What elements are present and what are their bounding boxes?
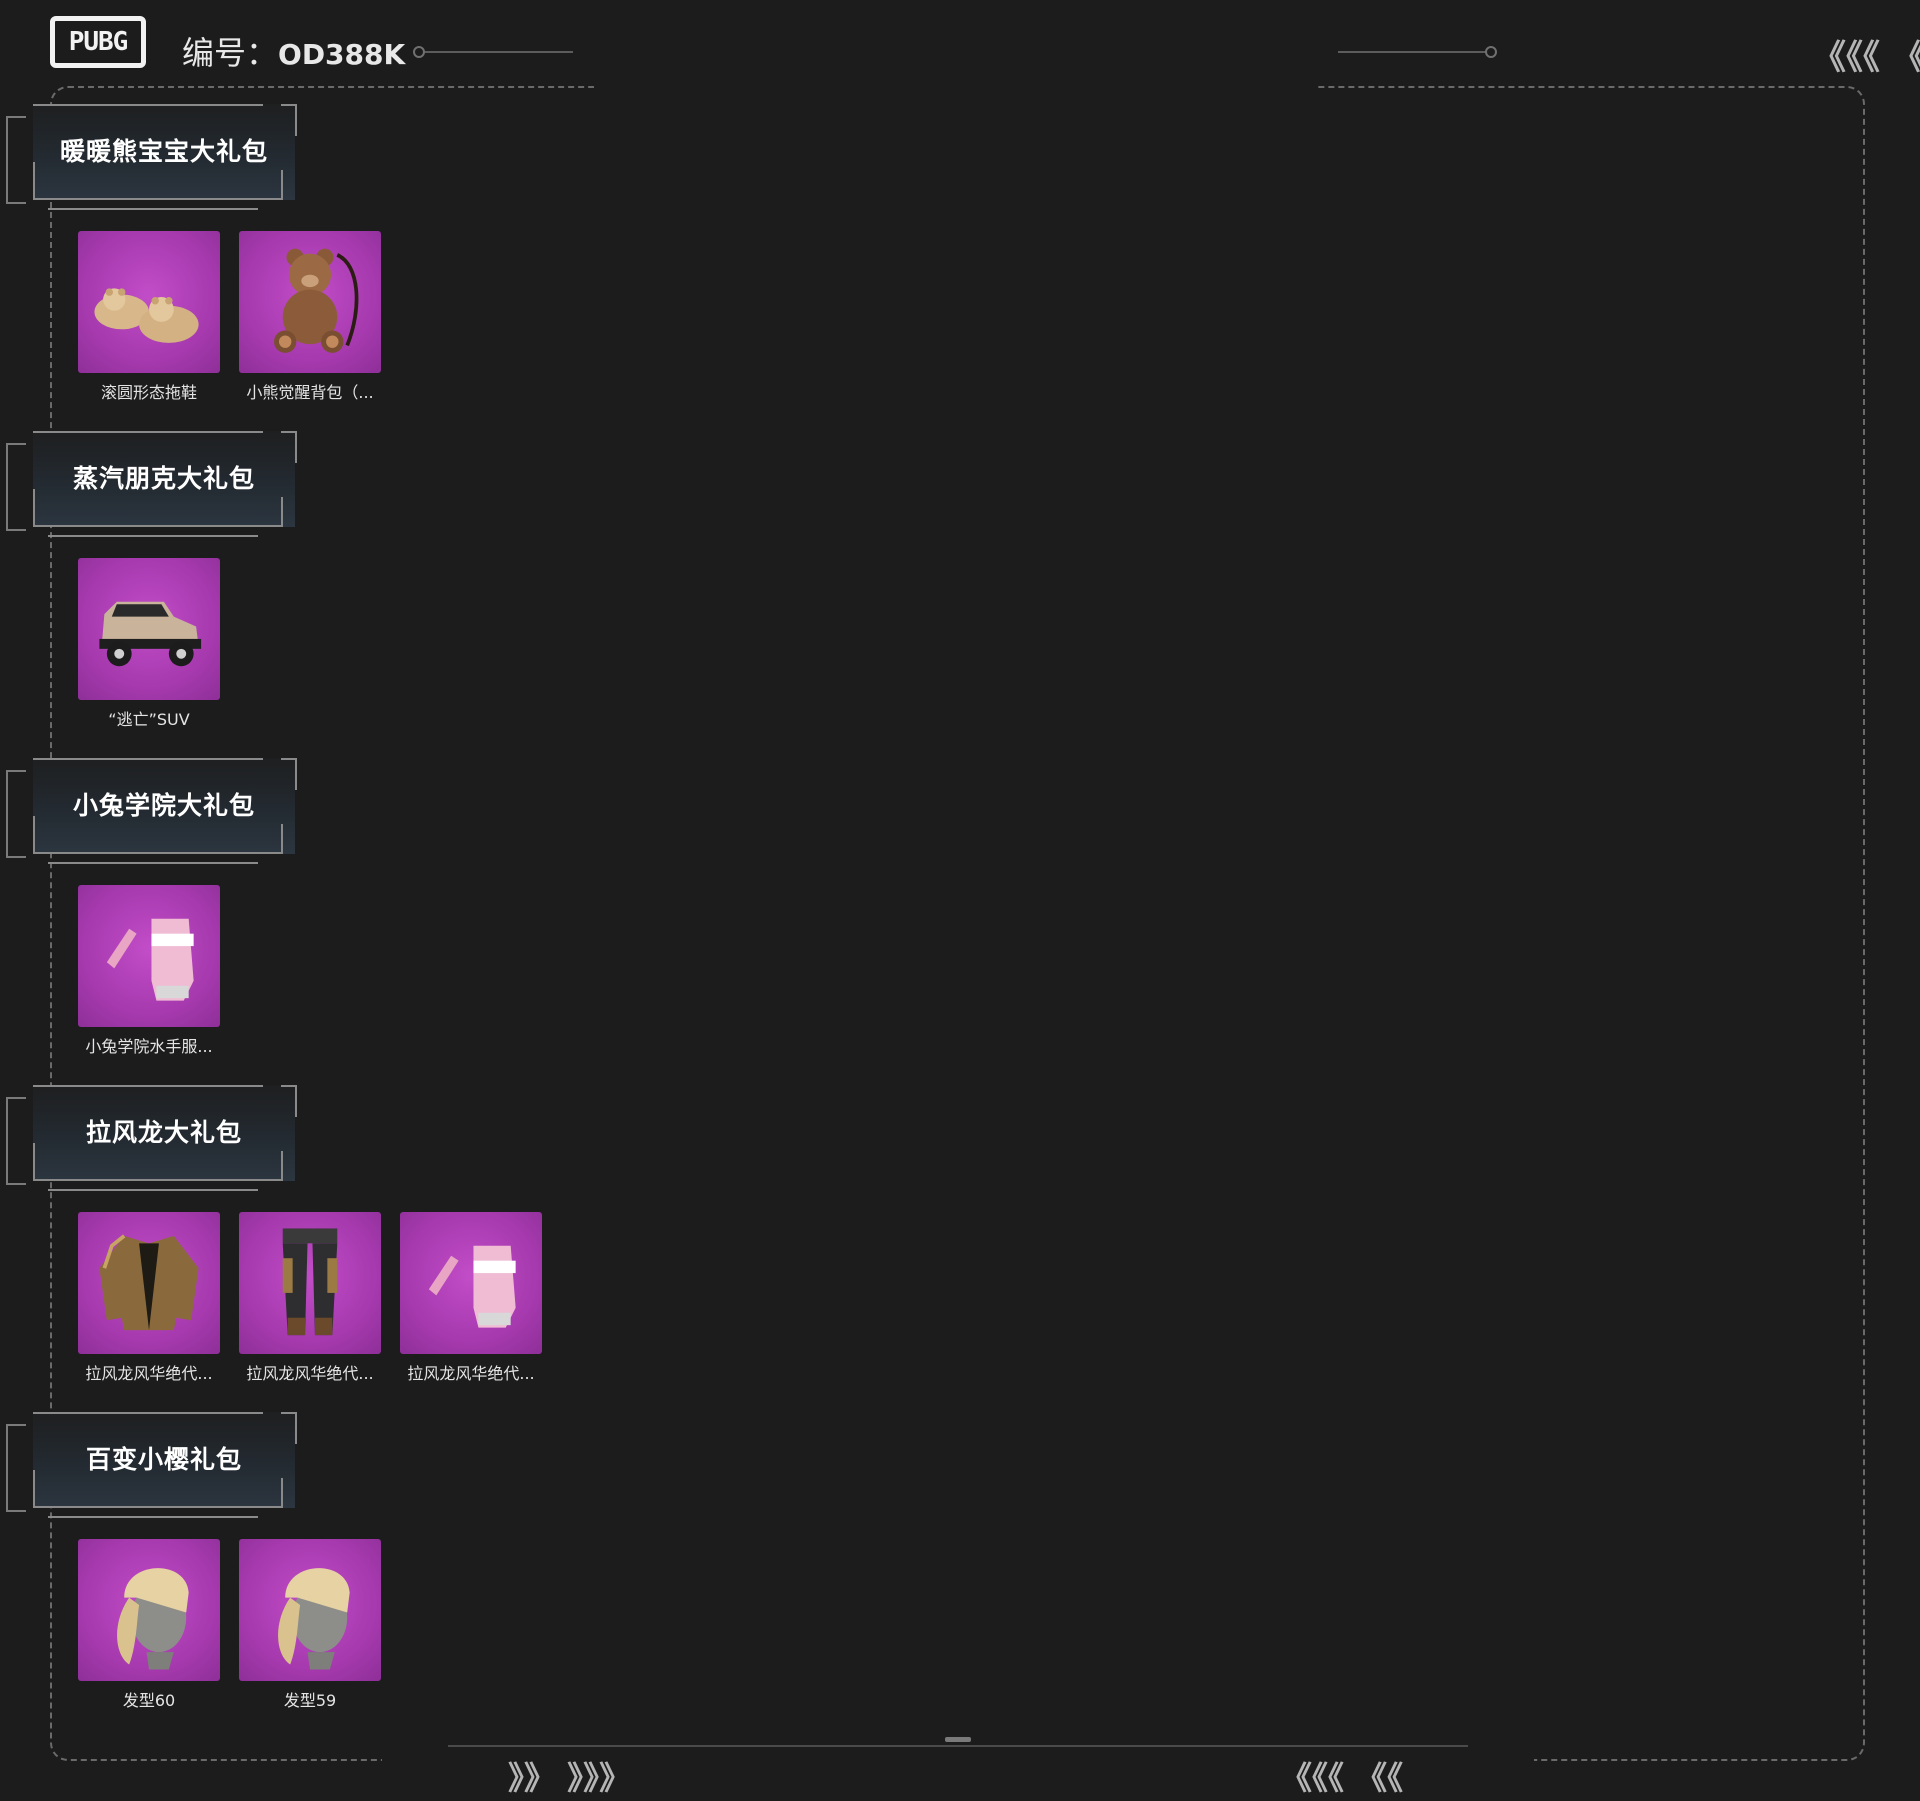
slippers-icon [87, 240, 211, 364]
gift-item[interactable]: 拉风龙风华绝代... [239, 1212, 381, 1384]
section-title: 小兔学院大礼包 [72, 791, 255, 820]
bottom-left-chevrons: 》》 》》》 [508, 1759, 632, 1797]
title-outer-bracket [6, 443, 26, 531]
title-box-border [48, 1516, 258, 1518]
gift-item[interactable]: 小兔学院水手服... [78, 885, 220, 1057]
title-outer-bracket [6, 770, 26, 858]
frame-gap-top [594, 80, 1318, 94]
hairstyle-icon [248, 1548, 372, 1672]
item-name: 拉风龙风华绝代... [85, 1364, 213, 1383]
item-thumbnail[interactable] [400, 1212, 542, 1354]
section-title-box: 暖暖熊宝宝大礼包 [33, 104, 297, 210]
item-name: 发型59 [283, 1691, 337, 1710]
header-line-dot-right [1485, 46, 1497, 58]
id-label-row: 编号：OD388K [182, 28, 405, 74]
item-thumbnail[interactable] [78, 231, 220, 373]
title-box-border [48, 862, 258, 864]
title-outer-bracket [6, 116, 26, 204]
gift-pack-section: 暖暖熊宝宝大礼包滚圆形态拖鞋 小熊觉醒背包（... [0, 104, 700, 424]
gift-pack-section: 小兔学院大礼包小兔学院水手服... [0, 758, 700, 1078]
item-thumbnail[interactable] [239, 1539, 381, 1681]
car-icon [87, 567, 211, 691]
id-label: 编号： [182, 34, 279, 72]
item-name: 拉风龙风华绝代... [407, 1364, 535, 1383]
item-thumbnail[interactable] [239, 231, 381, 373]
bottom-divider-tick [945, 1737, 971, 1742]
gift-item[interactable]: “逃亡”SUV [78, 558, 220, 730]
gift-pack-section: 蒸汽朋克大礼包 “逃亡”SUV [0, 431, 700, 751]
section-title-box: 百变小樱礼包 [33, 1412, 297, 1518]
item-thumbnail[interactable] [78, 1539, 220, 1681]
pubg-logo: PUBG [50, 16, 146, 68]
section-title: 蒸汽朋克大礼包 [72, 464, 255, 493]
item-thumbnail[interactable] [78, 885, 220, 1027]
gift-item[interactable]: 发型59 [239, 1539, 381, 1711]
gift-item[interactable]: 小熊觉醒背包（... [239, 231, 381, 403]
jacket-icon [87, 1221, 211, 1345]
item-name: 滚圆形态拖鞋 [100, 383, 197, 402]
pants-icon [248, 1221, 372, 1345]
item-name: “逃亡”SUV [108, 710, 190, 729]
item-thumbnail[interactable] [78, 558, 220, 700]
title-outer-bracket [6, 1424, 26, 1512]
gloves-icon [87, 894, 211, 1018]
item-name: 发型60 [122, 1691, 176, 1710]
section-title: 暖暖熊宝宝大礼包 [59, 137, 268, 166]
gloves-icon [409, 1221, 533, 1345]
title-box-border [48, 208, 258, 210]
gift-pack-section: 百变小樱礼包发型60 发型59 [0, 1412, 700, 1732]
section-title-box: 蒸汽朋克大礼包 [33, 431, 297, 537]
header-line-dot-left [413, 46, 425, 58]
title-box-border [48, 1189, 258, 1191]
gift-item[interactable]: 滚圆形态拖鞋 [78, 231, 220, 403]
item-thumbnail[interactable] [239, 1212, 381, 1354]
section-title: 拉风龙大礼包 [85, 1118, 242, 1147]
top-right-chevrons: 《《《 《 [1812, 38, 1920, 78]
bottom-divider [448, 1745, 1468, 1747]
hairstyle-icon [87, 1548, 211, 1672]
item-thumbnail[interactable] [78, 1212, 220, 1354]
item-name: 小兔学院水手服... [85, 1037, 213, 1056]
section-title: 百变小樱礼包 [85, 1445, 242, 1474]
gift-item[interactable]: 拉风龙风华绝代... [400, 1212, 542, 1384]
gift-item[interactable]: 发型60 [78, 1539, 220, 1711]
gift-pack-section: 拉风龙大礼包拉风龙风华绝代... 拉风龙风华绝代... 拉风龙风华绝代... [0, 1085, 700, 1405]
id-value: OD388K [278, 38, 406, 71]
section-title-box: 小兔学院大礼包 [33, 758, 297, 864]
header-line-left [425, 51, 573, 53]
bottom-right-chevrons: 《《《 《《 [1280, 1759, 1404, 1797]
title-outer-bracket [6, 1097, 26, 1185]
item-name: 小熊觉醒背包（... [246, 383, 374, 402]
teddy-backpack-icon [248, 240, 372, 364]
header-line-right [1338, 51, 1486, 53]
gift-item[interactable]: 拉风龙风华绝代... [78, 1212, 220, 1384]
section-title-box: 拉风龙大礼包 [33, 1085, 297, 1191]
title-box-border [48, 535, 258, 537]
item-name: 拉风龙风华绝代... [246, 1364, 374, 1383]
